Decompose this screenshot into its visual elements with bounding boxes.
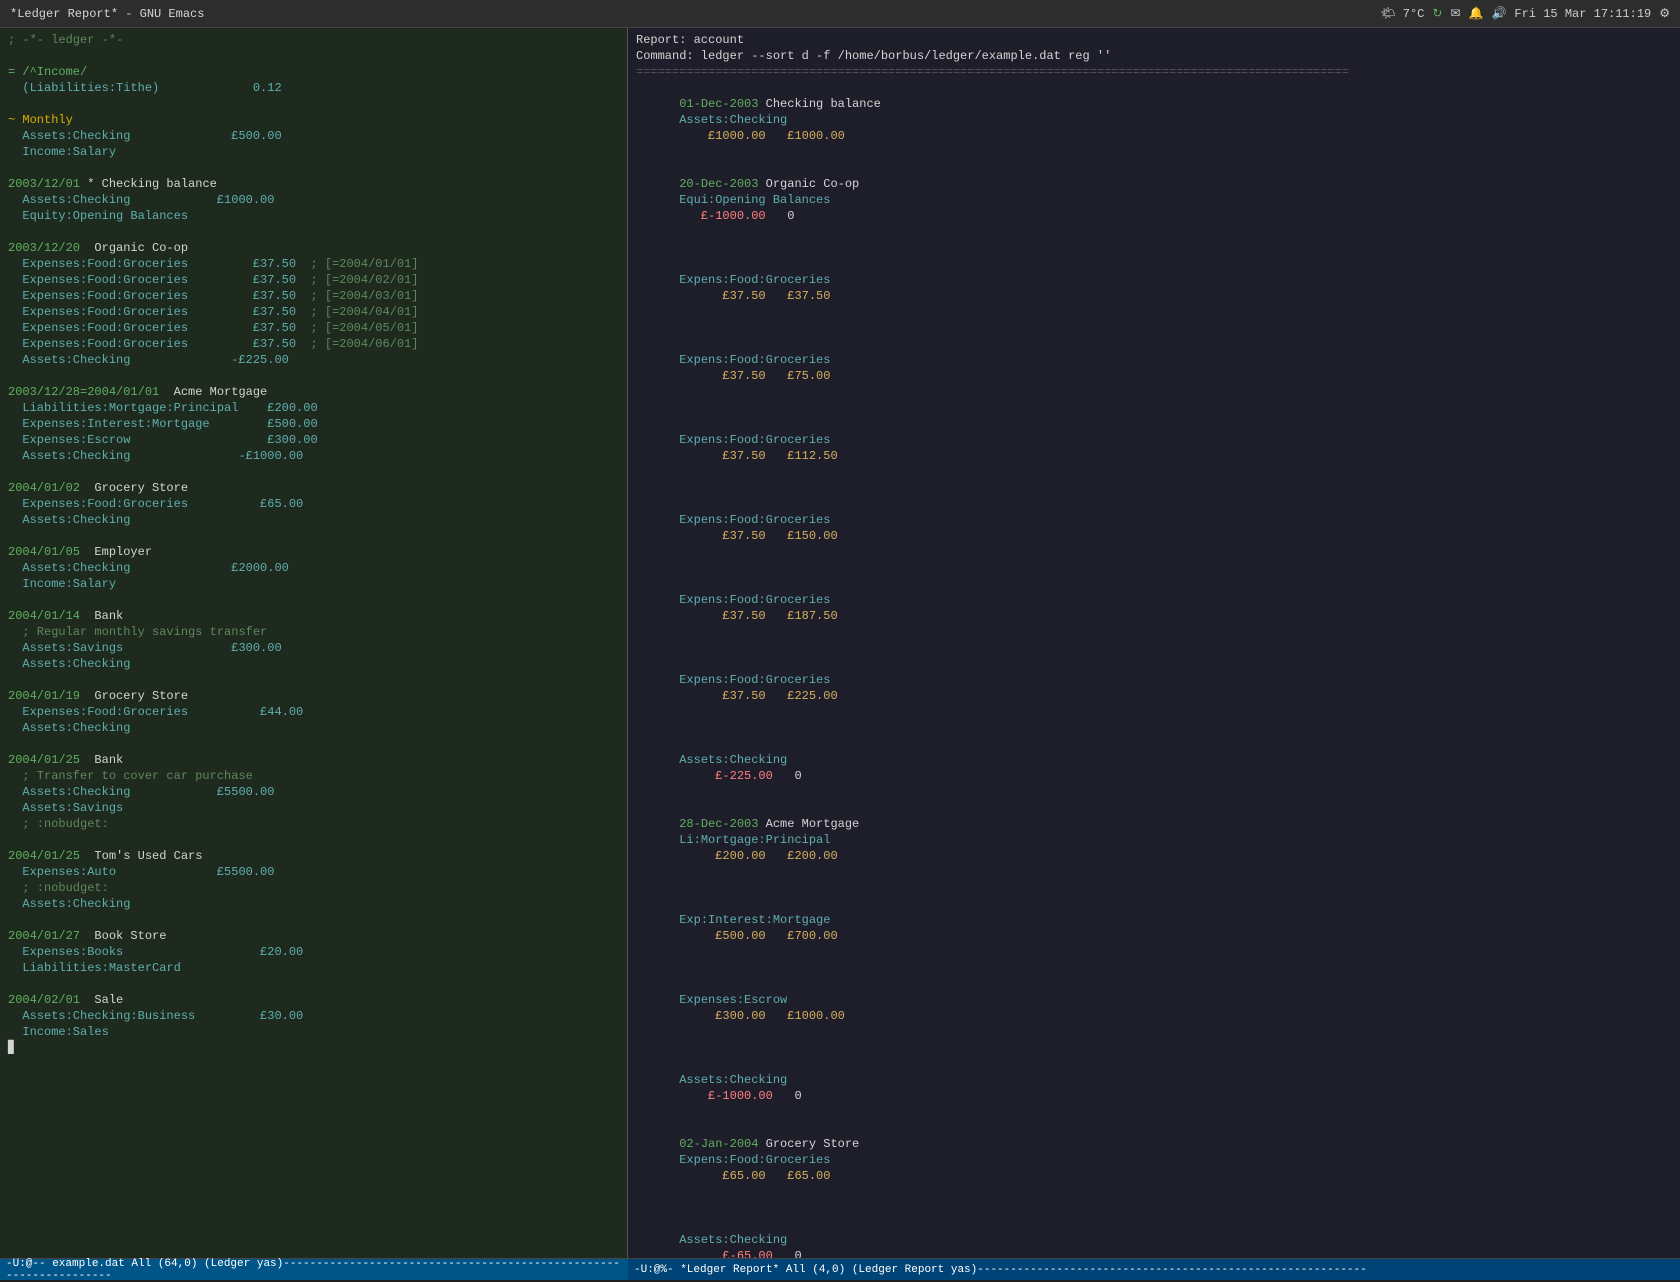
report-separator: ========================================… <box>636 64 1672 80</box>
statusbar-right: -U:@%- *Ledger Report* All (4,0) (Ledger… <box>628 1259 1680 1280</box>
statusbar-right-text: -U:@%- *Ledger Report* All (4,0) (Ledger… <box>634 1264 1367 1276</box>
tithe-entry: (Liabilities:Tithe) 0.12 <box>8 80 619 96</box>
txn-row: 01-Dec-2003 Checking balance Assets:Chec… <box>636 80 1672 160</box>
network-icon: 🔔 <box>1469 6 1484 21</box>
report-header-label: Report: account <box>636 32 1672 48</box>
statusbar: -U:@-- example.dat All (64,0) (Ledger ya… <box>0 1258 1680 1280</box>
txn-row: 20-Dec-2003 Organic Co-op Equi:Opening B… <box>636 160 1672 240</box>
salary-entry: Income:Salary <box>8 144 619 160</box>
txn-row: Expens:Food:Groceries £37.50 £150.00 <box>636 480 1672 560</box>
txn-row: Assets:Checking £-65.00 0 <box>636 1200 1672 1258</box>
txn-row: 28-Dec-2003 Acme Mortgage Li:Mortgage:Pr… <box>636 800 1672 880</box>
mail-icon: ✉ <box>1450 6 1460 21</box>
txn-row: 02-Jan-2004 Grocery Store Expens:Food:Gr… <box>636 1120 1672 1200</box>
settings-icon[interactable]: ⚙ <box>1659 6 1670 21</box>
txn-row: Assets:Checking £-225.00 0 <box>636 720 1672 800</box>
statusbar-left-text: -U:@-- example.dat All (64,0) (Ledger ya… <box>6 1258 622 1282</box>
txn-row: Expens:Food:Groceries £37.50 £37.50 <box>636 240 1672 320</box>
checking-entry: Assets:Checking £500.00 <box>8 128 619 144</box>
txn-row: Assets:Checking £-1000.00 0 <box>636 1040 1672 1120</box>
titlebar: *Ledger Report* - GNU Emacs 🌤 7°C ↻ ✉ 🔔 … <box>0 0 1680 28</box>
refresh-icon[interactable]: ↻ <box>1432 6 1442 21</box>
left-pane[interactable]: ; -*- ledger -*- = /^Income/ (Liabilitie… <box>0 28 628 1258</box>
txn-row: Expens:Food:Groceries £37.50 £112.50 <box>636 400 1672 480</box>
automated-txn: = /^Income/ <box>8 64 619 80</box>
periodic-txn: ~ Monthly <box>8 112 619 128</box>
statusbar-left: -U:@-- example.dat All (64,0) (Ledger ya… <box>0 1259 628 1280</box>
titlebar-right: 🌤 7°C ↻ ✉ 🔔 🔊 Fri 15 Mar 17:11:19 ⚙ <box>1380 6 1670 21</box>
ledger-comment: ; -*- ledger -*- <box>8 32 619 48</box>
titlebar-title: *Ledger Report* - GNU Emacs <box>10 7 204 21</box>
weather-display: 🌤 7°C <box>1380 6 1424 21</box>
txn-row: Expens:Food:Groceries £37.50 £187.50 <box>636 560 1672 640</box>
txn-row: Expenses:Escrow £300.00 £1000.00 <box>636 960 1672 1040</box>
txn-row: Expens:Food:Groceries £37.50 £75.00 <box>636 320 1672 400</box>
volume-icon: 🔊 <box>1491 6 1506 21</box>
txn-row: Expens:Food:Groceries £37.50 £225.00 <box>636 640 1672 720</box>
right-pane[interactable]: Report: account Command: ledger --sort d… <box>628 28 1680 1258</box>
report-command: Command: ledger --sort d -f /home/borbus… <box>636 48 1672 64</box>
clock-display: Fri 15 Mar 17:11:19 <box>1514 7 1651 21</box>
txn-row: Exp:Interest:Mortgage £500.00 £700.00 <box>636 880 1672 960</box>
main-container: ; -*- ledger -*- = /^Income/ (Liabilitie… <box>0 28 1680 1258</box>
